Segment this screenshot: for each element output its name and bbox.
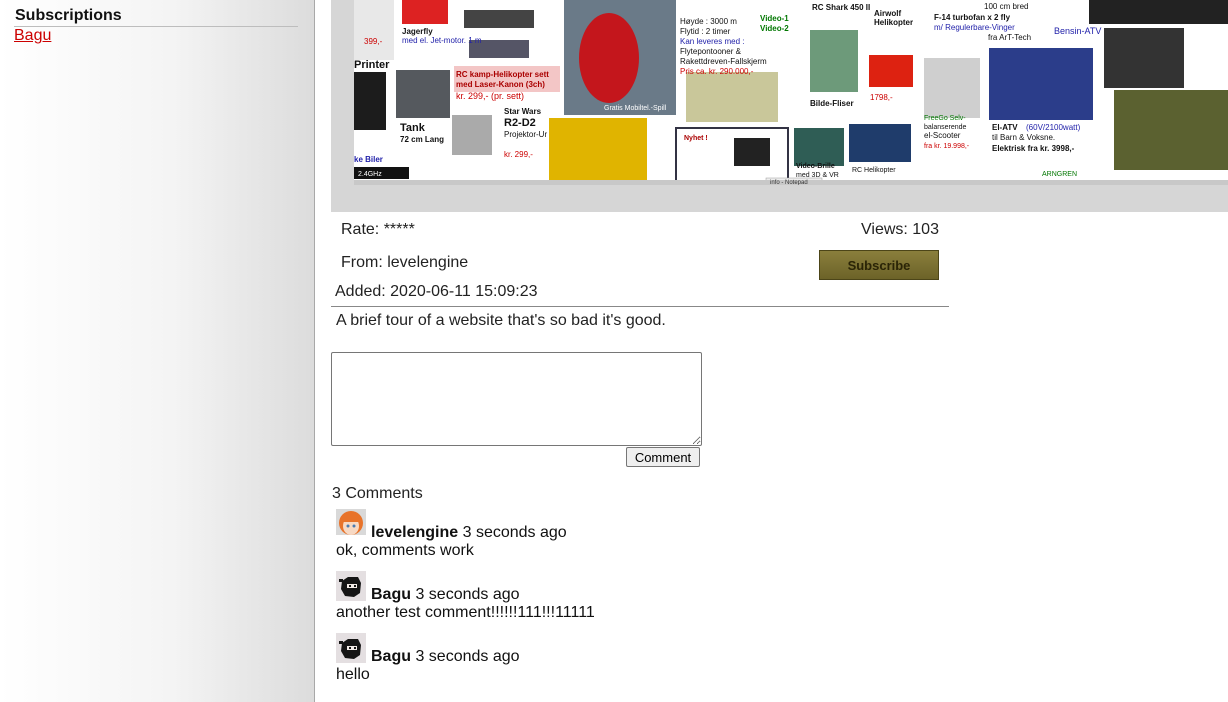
subscribe-button[interactable]: Subscribe [819,250,939,280]
subscriptions-heading: Subscriptions [15,7,122,24]
subscriptions-divider [14,26,298,27]
comment-text: hello [336,666,370,683]
comment-time: 3 seconds ago [415,586,520,603]
comment-item: levelengine 3 seconds ago ok, comments w… [336,509,936,569]
svg-text:72 cm Lang: 72 cm Lang [400,135,444,144]
svg-text:balanserende: balanserende [924,124,967,131]
comment-text: ok, comments work [336,542,474,559]
svg-text:Kan leveres med :: Kan leveres med : [680,37,744,46]
comment-header: Bagu 3 seconds ago [371,648,520,666]
comment-time: 3 seconds ago [462,524,567,541]
svg-text:Airwolf: Airwolf [874,9,901,18]
svg-text:Bensin-ATV: Bensin-ATV [1054,26,1101,36]
meta-divider [331,306,949,307]
svg-text:1798,-: 1798,- [870,93,893,102]
svg-text:Gratis Mobiltel.-Spill: Gratis Mobiltel.-Spill [604,105,667,112]
svg-text:100 cm bred: 100 cm bred [984,2,1028,11]
svg-text:(60V/2100watt): (60V/2100watt) [1026,123,1081,132]
subscription-link-bagu[interactable]: Bagu [14,27,51,45]
svg-text:med 3D & VR: med 3D & VR [796,172,839,179]
comment-item: Bagu 3 seconds ago hello [336,633,936,693]
svg-text:Video-2: Video-2 [760,24,789,33]
svg-text:m/ Regulerbare-Vinger: m/ Regulerbare-Vinger [934,23,1015,32]
svg-text:399,-: 399,- [364,37,383,46]
svg-text:Rakettdreven-Fallskjerm: Rakettdreven-Fallskjerm [680,57,767,66]
svg-text:til Barn & Voksne.: til Barn & Voksne. [992,133,1055,142]
comment-header: Bagu 3 seconds ago [371,586,520,604]
comment-text: another test comment!!!!!!111!!!11111 [336,604,595,621]
views-count: Views: 103 [861,221,939,238]
svg-text:F-14 turbofan x 2 fly: F-14 turbofan x 2 fly [934,13,1011,22]
svg-text:Jagerfly: Jagerfly [402,27,433,36]
comment-author[interactable]: Bagu [371,648,411,665]
svg-text:Høyde : 3000 m: Høyde : 3000 m [680,17,737,26]
comments-count: 3 Comments [332,485,423,502]
svg-text:el-Scooter: el-Scooter [924,131,961,140]
uploader-label: From: levelengine [341,254,469,271]
svg-text:Video-1: Video-1 [760,14,789,23]
svg-text:Nyhet !: Nyhet ! [684,135,708,142]
comment-item: Bagu 3 seconds ago another test comment!… [336,571,936,631]
svg-text:FreeGo Selv-: FreeGo Selv- [924,115,966,122]
svg-text:R2-D2: R2-D2 [504,117,536,129]
anime-girl-avatar-icon[interactable] [336,509,366,539]
ninja-avatar-icon[interactable] [336,571,366,601]
svg-text:Flytepontooner &: Flytepontooner & [680,47,742,56]
svg-text:Elektrisk fra kr. 3998,-: Elektrisk fra kr. 3998,- [992,144,1075,153]
svg-text:2.4GHz: 2.4GHz [358,171,382,178]
svg-text:ARNGREN: ARNGREN [1042,171,1077,178]
svg-text:Bilde-Fliser: Bilde-Fliser [810,99,854,108]
svg-text:kr. 299,- (pr. sett): kr. 299,- (pr. sett) [456,91,524,101]
svg-text:Video-Brille: Video-Brille [796,163,835,170]
ninja-avatar-icon[interactable] [336,633,366,663]
sidebar: Subscriptions Bagu [0,0,315,702]
rating-label: Rate: ***** [341,221,415,238]
added-date: Added: 2020-06-11 15:09:23 [335,283,538,300]
svg-text:Printer: Printer [354,59,390,71]
comment-submit-button[interactable]: Comment [626,447,700,467]
video-frame[interactable]: Jagerfly med el. Jet-motor. 1 m 399,- Pr… [354,0,1228,185]
comment-author[interactable]: levelengine [371,524,458,541]
comment-header: levelengine 3 seconds ago [371,524,567,542]
svg-text:Tank: Tank [400,122,426,134]
svg-text:med el. Jet-motor. 1 m: med el. Jet-motor. 1 m [402,36,482,45]
comment-textarea[interactable] [331,352,702,446]
svg-text:RC Shark 450 II: RC Shark 450 II [812,3,870,12]
comment-time: 3 seconds ago [415,648,520,665]
svg-text:El-ATV: El-ATV [992,123,1018,132]
svg-text:RC kamp-Helikopter sett: RC kamp-Helikopter sett [456,70,549,79]
svg-text:Flytid : 2 timer: Flytid : 2 timer [680,27,731,36]
video-description: A brief tour of a website that's so bad … [336,312,666,329]
svg-text:info - Notepad: info - Notepad [770,180,808,185]
svg-text:Star Wars: Star Wars [504,107,542,116]
comment-author[interactable]: Bagu [371,586,411,603]
svg-text:med Laser-Kanon (3ch): med Laser-Kanon (3ch) [456,80,545,89]
svg-text:ke Biler: ke Biler [354,155,383,164]
svg-text:Helikopter: Helikopter [874,18,913,27]
svg-text:RC Helikopter: RC Helikopter [852,167,896,174]
svg-text:kr. 299,-: kr. 299,- [504,150,533,159]
svg-text:Pris ca. kr. 290.000,-: Pris ca. kr. 290.000,- [680,67,754,76]
svg-text:fra ArT-Tech: fra ArT-Tech [988,33,1031,42]
svg-text:Projektor-Ur: Projektor-Ur [504,130,547,139]
svg-text:fra kr. 19.998,-: fra kr. 19.998,- [924,143,970,150]
